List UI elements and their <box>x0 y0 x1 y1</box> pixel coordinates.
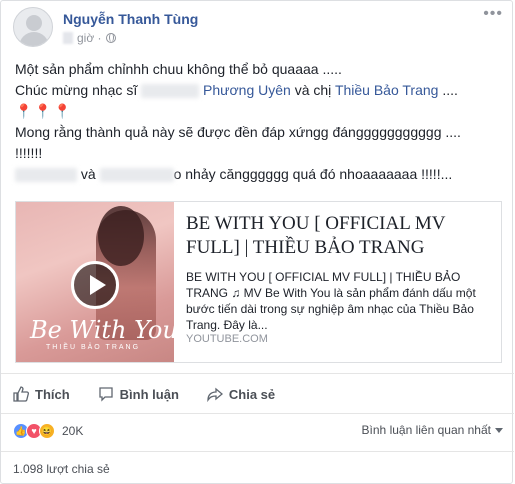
divider <box>1 451 514 452</box>
redacted-time <box>63 32 73 44</box>
comment-button[interactable]: Bình luận <box>98 386 179 402</box>
shared-link-info: BE WITH YOU [ OFFICIAL MV FULL] | THIỀU … <box>174 202 501 362</box>
post-text: Chúc mừng nhạc sĩ <box>15 82 138 98</box>
reaction-icons[interactable]: 👍 ♥ 😆 <box>13 423 55 439</box>
post-time[interactable]: giờ · <box>77 31 102 45</box>
post-line: Một sản phẩm chỉnhh chuu không thể bỏ qu… <box>15 61 342 77</box>
pin-emojis: 📍📍📍 <box>15 103 74 119</box>
shared-link-title[interactable]: BE WITH YOU [ OFFICIAL MV FULL] | THIỀU … <box>186 212 489 260</box>
mention-thieu-bao-trang[interactable]: Thiều Bảo Trang <box>335 82 439 98</box>
reaction-count[interactable]: 20K <box>62 424 83 438</box>
post-text: và <box>80 166 96 182</box>
thumbnail-artist: THIỀU BẢO TRANG <box>46 344 141 351</box>
comment-sort-dropdown[interactable]: Bình luận liên quan nhất <box>362 423 503 437</box>
shared-link-domain: YOUTUBE.COM <box>186 333 268 345</box>
share-count[interactable]: 1.098 lượt chia sẻ <box>13 462 110 476</box>
avatar[interactable] <box>13 7 53 47</box>
share-arrow-icon <box>207 386 223 402</box>
like-button[interactable]: Thích <box>13 386 70 402</box>
share-button[interactable]: Chia sẻ <box>207 386 275 402</box>
action-bar: Thích Bình luận Chia sẻ <box>13 379 503 409</box>
thumbnail-script-title: Be With You <box>30 316 174 344</box>
comment-label: Bình luận <box>119 386 179 402</box>
post-text: o nhảy căngggggg quá đó nhoaaaaaaa !!!!!… <box>173 166 453 182</box>
post-line: Mong rằng thành quả này sẽ được đền đáp … <box>15 124 461 140</box>
shared-link-description: BE WITH YOU [ OFFICIAL MV FULL] | THIỀU … <box>186 270 476 332</box>
like-label: Thích <box>35 386 70 402</box>
comment-icon <box>98 386 114 402</box>
post-line: !!!!!!! <box>15 145 43 161</box>
divider <box>1 413 514 414</box>
play-icon[interactable] <box>71 261 119 309</box>
shared-link-preview[interactable]: Be With You THIỀU BẢO TRANG BE WITH YOU … <box>15 201 502 363</box>
reactions-summary: 👍 ♥ 😆 20K Bình luận liên quan nhất <box>13 421 503 441</box>
post-text: và chị <box>294 82 332 98</box>
post-line: Chúc mừng nhạc sĩ Phương Uyên và chị Thi… <box>15 80 505 101</box>
haha-reaction-icon: 😆 <box>39 423 55 439</box>
mention-phuong-uyen[interactable]: Phương Uyên <box>203 82 291 98</box>
divider <box>1 373 514 374</box>
post-line: và o nhảy căngggggg quá đó nhoaaaaaaa !!… <box>15 164 505 185</box>
redacted-text <box>141 84 200 99</box>
thumbs-up-icon <box>13 386 29 402</box>
redacted-text <box>15 168 77 183</box>
comment-sort-label: Bình luận liên quan nhất <box>361 423 491 437</box>
more-options-icon[interactable]: ••• <box>483 6 503 22</box>
post-header: Nguyễn Thanh Tùng giờ · ••• <box>13 6 503 51</box>
globe-icon <box>105 33 116 43</box>
post-text: .... <box>442 82 458 98</box>
post-body: Một sản phẩm chỉnhh chuu không thể bỏ qu… <box>15 59 505 185</box>
video-thumbnail[interactable]: Be With You THIỀU BẢO TRANG <box>16 202 174 362</box>
post-card: Nguyễn Thanh Tùng giờ · ••• Một sản phẩm… <box>0 0 514 484</box>
author-name[interactable]: Nguyễn Thanh Tùng <box>63 11 198 27</box>
redacted-text <box>99 168 174 183</box>
chevron-down-icon <box>495 427 503 433</box>
post-meta: giờ · <box>63 31 116 45</box>
share-label: Chia sẻ <box>228 386 276 402</box>
